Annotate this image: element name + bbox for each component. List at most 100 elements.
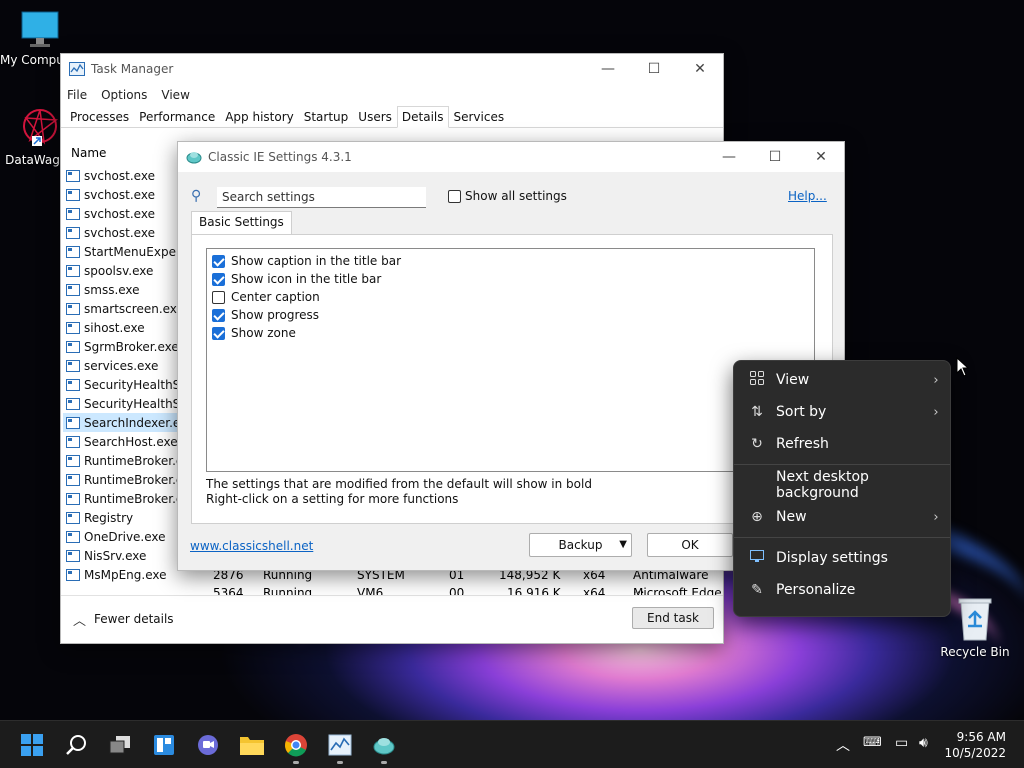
menu-file[interactable]: File [67,88,87,102]
refresh-icon: ↻ [751,436,763,452]
menu-separator [734,464,950,465]
help-link[interactable]: Help... [788,189,827,203]
chrome-icon[interactable] [280,729,312,761]
close-button[interactable]: ✕ [798,149,844,165]
backup-label: Backup [558,538,603,552]
dropdown-arrow-icon: ▼ [619,539,627,550]
maximize-button[interactable]: ☐ [631,61,677,77]
menu-item-refresh[interactable]: ↻ Refresh [738,429,948,459]
chevron-right-icon: › [933,509,939,525]
maximize-button[interactable]: ☐ [752,149,798,165]
network-icon[interactable]: ▭ [895,735,908,751]
menu-item-label: Next desktop background [776,469,869,501]
setting-row[interactable]: Center caption [207,288,814,306]
settings-list: Show caption in the title bar Show icon i… [206,248,815,472]
task-manager-icon [69,62,85,76]
window-title: Classic IE Settings 4.3.1 [208,150,352,164]
menu-item-view[interactable]: View › [738,365,948,395]
setting-row[interactable]: Show icon in the title bar [207,270,814,288]
task-manager-titlebar[interactable]: Task Manager — ☐ ✕ [61,54,723,84]
process-icon [66,245,80,258]
setting-row[interactable]: Show progress [207,306,814,324]
widgets-icon[interactable] [148,729,180,761]
setting-row[interactable]: Show zone [207,324,814,342]
process-icon [66,454,80,467]
menu-bar: File Options View [61,84,723,106]
close-button[interactable]: ✕ [677,61,723,77]
menu-item-new[interactable]: ⊕ New › [738,502,948,532]
menu-item-next-desktop-background[interactable]: Next desktop background [738,469,948,501]
tab-app-history[interactable]: App history [220,106,299,127]
backup-button[interactable]: Backup ▼ [529,533,632,557]
process-icon [66,207,80,220]
process-icon [66,226,80,239]
menu-view[interactable]: View [161,88,189,102]
task-manager-footer: ︿ Fewer details End task [61,595,723,643]
end-task-button[interactable]: End task [632,607,714,629]
setting-checkbox[interactable] [212,326,225,340]
running-indicator [337,761,343,764]
menu-options[interactable]: Options [101,88,147,102]
taskbar-clock[interactable]: 9:56 AM 10/5/2022 [944,729,1006,761]
tab-performance[interactable]: Performance [134,106,220,127]
start-icon[interactable] [16,729,48,761]
setting-checkbox[interactable] [212,254,225,268]
settings-note-bold: The settings that are modified from the … [206,477,592,491]
volume-icon[interactable]: 🔊︎ [919,735,928,751]
process-icon [66,549,80,562]
classicshell-link[interactable]: www.classicshell.net [190,539,313,553]
ok-button[interactable]: OK [647,533,733,557]
mouse-cursor-icon [956,357,970,377]
desktop-icon-label: Recycle Bin [940,645,1010,659]
classic-ie-settings-icon[interactable] [368,729,400,761]
file-explorer-icon[interactable] [236,729,268,761]
setting-row[interactable]: Show caption in the title bar [207,252,814,270]
tab-users[interactable]: Users [353,106,397,127]
datawagon-icon [23,109,59,146]
menu-item-personalize[interactable]: ✎ Personalize [738,575,948,605]
tab-processes[interactable]: Processes [65,106,134,127]
sort-icon: ⇅ [751,404,763,420]
chevron-up-icon[interactable]: ︿ [73,610,86,629]
settings-titlebar[interactable]: Classic IE Settings 4.3.1 — ☐ ✕ [178,142,844,172]
desktop-context-menu: View › ⇅ Sort by › ↻ Refresh Next deskto… [733,360,951,617]
display-settings-icon [738,549,776,567]
setting-checkbox[interactable] [212,272,225,286]
menu-item-label: New [776,509,807,525]
search-settings-input[interactable]: Search settings [217,187,426,208]
minimize-button[interactable]: — [706,149,752,165]
running-indicator [293,761,299,764]
keyboard-icon[interactable]: ⌨ [863,735,882,750]
search-icon[interactable] [60,729,92,761]
window-title: Task Manager [91,62,174,76]
checkbox[interactable] [448,189,461,203]
setting-checkbox[interactable] [212,308,225,322]
chevron-up-icon[interactable]: ︿ [836,735,850,755]
menu-item-display-settings[interactable]: Display settings [738,543,948,573]
column-header-name[interactable]: Name [71,146,106,160]
setting-label: Show icon in the title bar [231,272,382,286]
clock-time: 9:56 AM [956,730,1006,744]
pen-icon: ✎ [751,582,763,598]
grid-icon [738,371,776,389]
tab-basic-settings[interactable]: Basic Settings [191,211,292,235]
process-icon [66,473,80,486]
tab-startup[interactable]: Startup [299,106,354,127]
fewer-details-link[interactable]: Fewer details [94,612,174,626]
show-all-settings-checkbox[interactable]: Show all settings [448,189,567,203]
minimize-button[interactable]: — [585,61,631,77]
menu-item-label: View [776,372,810,388]
process-icon [66,169,80,182]
task-manager-icon[interactable] [324,729,356,761]
setting-checkbox[interactable] [212,290,225,304]
running-indicator [381,761,387,764]
tab-details[interactable]: Details [396,106,449,128]
menu-item-label: Personalize [776,582,856,598]
tab-services[interactable]: Services [449,106,510,127]
task-view-icon[interactable] [104,729,136,761]
menu-item-sort-by[interactable]: ⇅ Sort by › [738,397,948,427]
recycle-bin-icon [958,598,992,641]
process-icon [66,435,80,448]
chat-icon[interactable] [192,729,224,761]
process-icon [66,321,80,334]
